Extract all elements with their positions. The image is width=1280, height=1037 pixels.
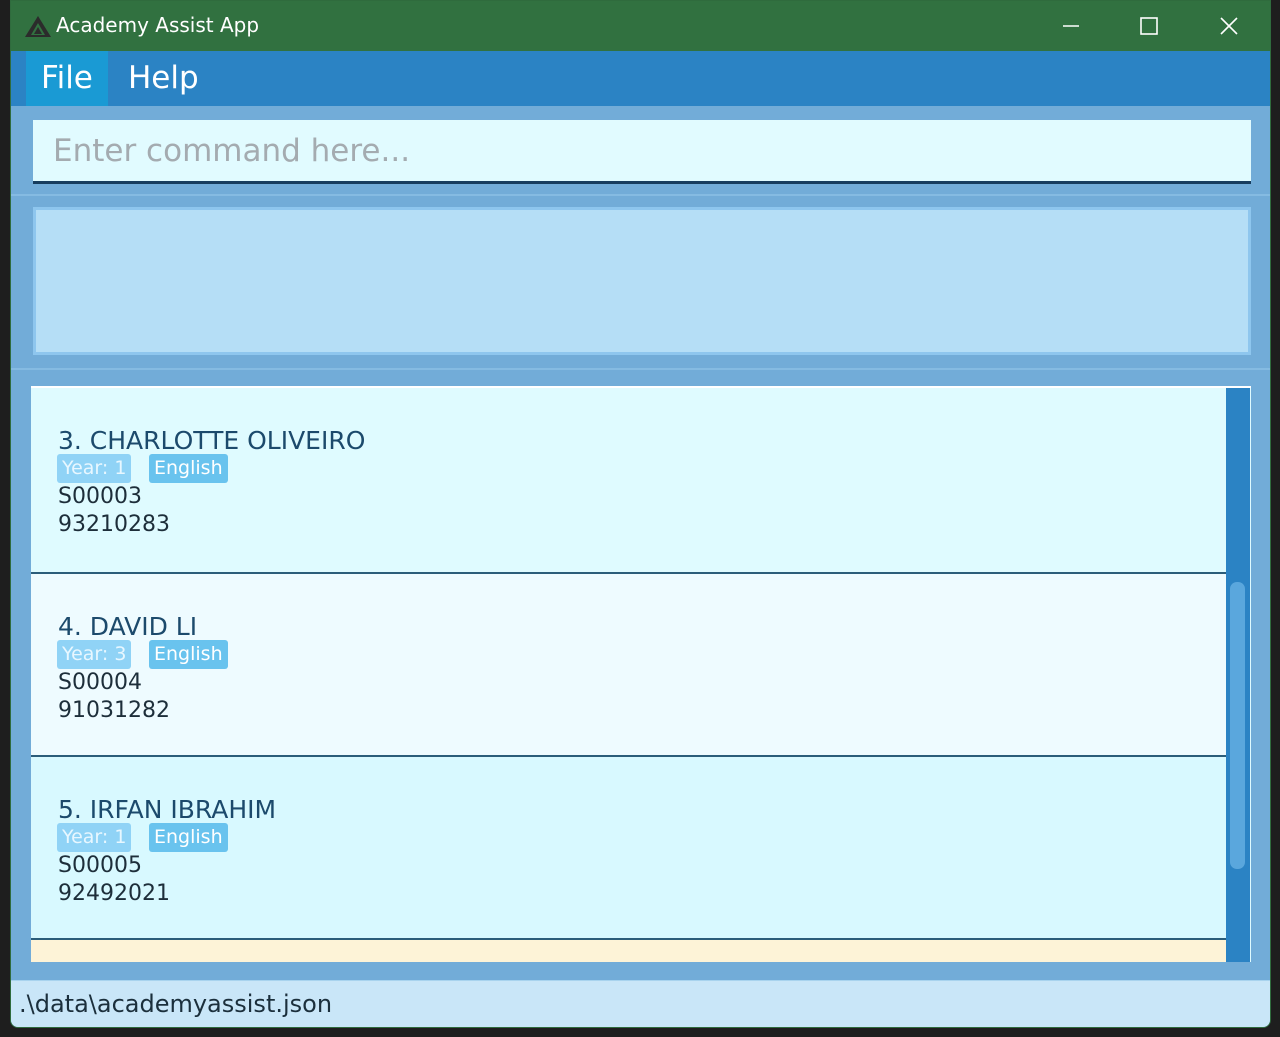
app-logo-icon bbox=[25, 16, 51, 37]
student-card-partial[interactable] bbox=[31, 940, 1226, 962]
year-tag: Year: 3 bbox=[57, 640, 132, 669]
student-phone: 91031282 bbox=[58, 698, 170, 723]
divider bbox=[11, 194, 1270, 196]
close-icon bbox=[1220, 17, 1238, 35]
divider bbox=[11, 368, 1270, 370]
close-button[interactable] bbox=[1201, 1, 1257, 51]
student-name: 3. CHARLOTTE OLIVEIRO bbox=[58, 426, 366, 455]
subject-tag: English bbox=[149, 823, 228, 852]
student-id: S00003 bbox=[58, 484, 142, 509]
maximize-icon bbox=[1140, 17, 1158, 35]
window-title: Academy Assist App bbox=[56, 13, 260, 37]
student-phone: 92492021 bbox=[58, 881, 170, 906]
student-card[interactable]: 3. CHARLOTTE OLIVEIRO Year: 1 English S0… bbox=[31, 388, 1226, 574]
student-card[interactable]: 4. DAVID LI Year: 3 English S00004 91031… bbox=[31, 574, 1226, 757]
title-bar[interactable]: Academy Assist App bbox=[11, 1, 1270, 51]
status-bar: .\data\academyassist.json bbox=[11, 980, 1270, 1027]
student-id: S00004 bbox=[58, 670, 142, 695]
minimize-button[interactable] bbox=[1043, 1, 1099, 51]
student-name: 4. DAVID LI bbox=[58, 612, 198, 641]
scrollbar-thumb[interactable] bbox=[1230, 582, 1245, 869]
maximize-button[interactable] bbox=[1121, 1, 1177, 51]
student-id: S00005 bbox=[58, 853, 142, 878]
status-file-path: .\data\academyassist.json bbox=[19, 990, 333, 1018]
menu-file[interactable]: File bbox=[26, 51, 108, 106]
app-window: Academy Assist App File Help 3. CHARLOTT… bbox=[10, 0, 1271, 1028]
menu-help[interactable]: Help bbox=[113, 51, 214, 106]
student-name: 5. IRFAN IBRAHIM bbox=[58, 795, 277, 824]
student-phone: 93210283 bbox=[58, 512, 170, 537]
student-list[interactable]: 3. CHARLOTTE OLIVEIRO Year: 1 English S0… bbox=[31, 386, 1251, 962]
result-display bbox=[33, 207, 1251, 355]
subject-tag: English bbox=[149, 454, 228, 483]
subject-tag: English bbox=[149, 640, 228, 669]
minimize-icon bbox=[1063, 25, 1079, 27]
command-area bbox=[11, 106, 1270, 194]
year-tag: Year: 1 bbox=[57, 823, 132, 852]
menu-bar: File Help bbox=[11, 51, 1270, 106]
command-input[interactable] bbox=[33, 120, 1251, 184]
student-card[interactable]: 5. IRFAN IBRAHIM Year: 1 English S00005 … bbox=[31, 757, 1226, 940]
year-tag: Year: 1 bbox=[57, 454, 132, 483]
